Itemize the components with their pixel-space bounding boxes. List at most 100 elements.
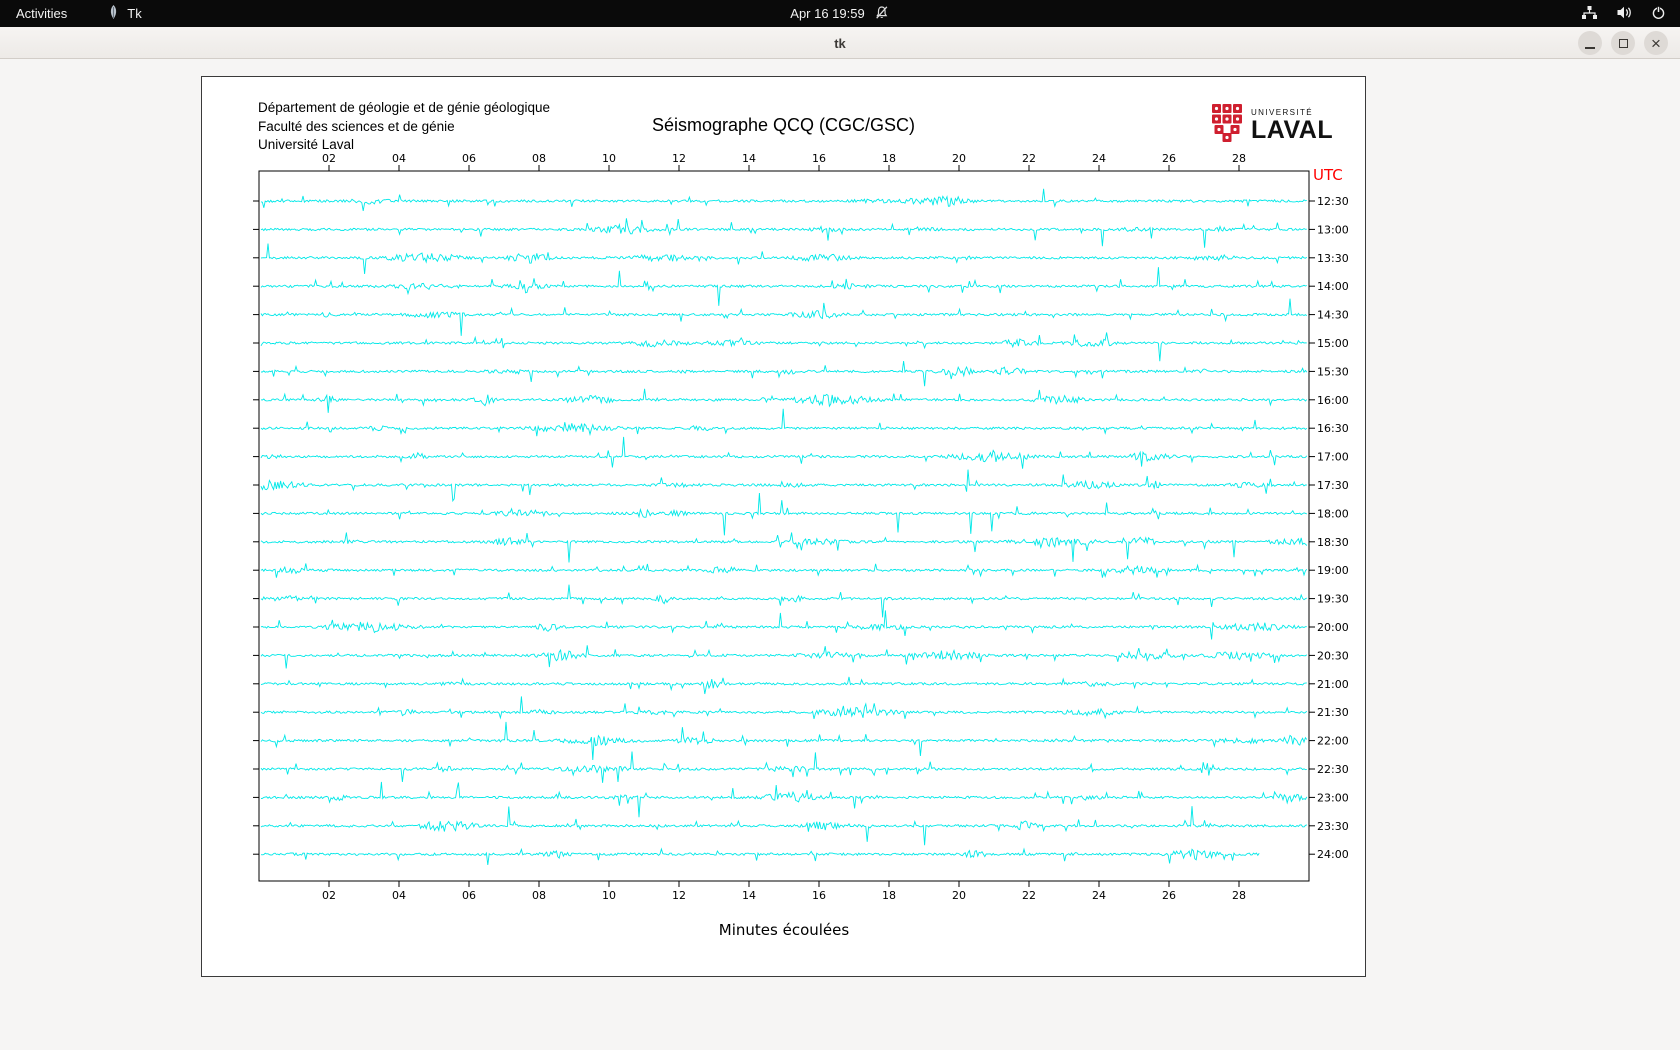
seismograph-plot: 02 02 04 04 06 06 08 08 10 10 12 12 14 14 16 16 18 18 20 20… (253, 152, 1349, 939)
row-time-label: 13:30 (1317, 252, 1349, 265)
row-time-label: 19:30 (1317, 593, 1349, 606)
restore-icon (1618, 38, 1628, 48)
plot-border (258, 170, 1310, 882)
close-icon: × (1651, 33, 1661, 53)
seismo-trace (260, 584, 1307, 618)
x-tick-label-bottom: 06 (462, 889, 476, 902)
row-time-label: 23:00 (1317, 791, 1349, 804)
row-time-label: 23:30 (1317, 820, 1349, 833)
power-icon (1651, 5, 1666, 23)
system-status-area[interactable] (1581, 0, 1666, 27)
row-time-label: 15:30 (1317, 365, 1349, 378)
seismo-trace (260, 563, 1308, 578)
x-tick-label-bottom: 26 (1162, 889, 1176, 902)
app-name-label: Tk (127, 6, 142, 21)
row-time-label: 12:30 (1317, 195, 1349, 208)
row-time-label: 18:00 (1317, 507, 1349, 520)
minimize-icon (1585, 46, 1595, 49)
x-tick-label-top: 06 (462, 152, 476, 165)
x-tick-label-top: 08 (532, 152, 546, 165)
x-tick-label-top: 26 (1162, 152, 1176, 165)
row-time-label: 19:00 (1317, 564, 1349, 577)
seismo-trace (260, 645, 1308, 669)
row-time-label: 21:00 (1317, 678, 1349, 691)
x-tick-label-bottom: 04 (392, 889, 406, 902)
seismo-trace (260, 469, 1307, 503)
seismo-trace (260, 218, 1307, 248)
window-titlebar[interactable]: tk × (0, 27, 1680, 59)
seismo-trace (260, 721, 1308, 761)
x-tick-label-top: 02 (322, 152, 336, 165)
seismo-trace (260, 408, 1308, 437)
utc-label: UTC (1313, 166, 1343, 184)
x-tick-label-top: 28 (1232, 152, 1246, 165)
x-tick-label-top: 04 (392, 152, 406, 165)
row-time-label: 20:30 (1317, 649, 1349, 662)
row-time-label: 20:00 (1317, 621, 1349, 634)
tk-app-icon (107, 4, 120, 23)
row-time-label: 22:00 (1317, 735, 1349, 748)
row-time-label: 13:00 (1317, 223, 1349, 236)
x-tick-label-top: 10 (602, 152, 616, 165)
seismograph-canvas: Département de géologie et de génie géol… (201, 76, 1366, 977)
x-tick-label-top: 24 (1092, 152, 1106, 165)
gnome-topbar: Activities Tk Apr 16 19:59 (0, 0, 1680, 27)
row-time-label: 15:00 (1317, 337, 1349, 350)
network-icon (1581, 5, 1598, 23)
x-tick-label-top: 20 (952, 152, 966, 165)
x-tick-label-bottom: 28 (1232, 889, 1246, 902)
row-time-label: 24:00 (1317, 848, 1349, 861)
notifications-muted-icon (875, 5, 890, 23)
seismo-trace (260, 436, 1308, 469)
seismo-trace (260, 847, 1260, 866)
x-tick-label-bottom: 12 (672, 889, 686, 902)
row-time-label: 14:00 (1317, 280, 1349, 293)
x-tick-label-top: 16 (812, 152, 826, 165)
x-axis-label: Minutes écoulées (719, 921, 850, 939)
x-tick-label-bottom: 14 (742, 889, 756, 902)
focused-app-menu[interactable]: Tk (107, 0, 142, 27)
row-time-label: 16:00 (1317, 394, 1349, 407)
activities-button[interactable]: Activities (16, 0, 67, 27)
x-tick-label-top: 12 (672, 152, 686, 165)
activities-label: Activities (16, 6, 68, 21)
seismo-trace (260, 243, 1308, 274)
seismo-trace (260, 267, 1307, 306)
seismo-trace (260, 492, 1307, 536)
row-time-label: 18:30 (1317, 536, 1349, 549)
window-content: Département de géologie et de génie géol… (0, 60, 1680, 1050)
x-tick-label-bottom: 24 (1092, 889, 1106, 902)
row-time-label: 22:30 (1317, 763, 1349, 776)
seismo-trace (261, 360, 1308, 387)
seismo-trace (260, 696, 1308, 720)
row-time-label: 17:00 (1317, 451, 1349, 464)
x-tick-label-bottom: 08 (532, 889, 546, 902)
seismo-trace (260, 332, 1307, 362)
seismo-trace (260, 388, 1308, 413)
x-tick-label-bottom: 18 (882, 889, 896, 902)
row-time-label: 21:30 (1317, 706, 1349, 719)
close-button[interactable]: × (1644, 31, 1668, 55)
row-time-label: 17:30 (1317, 479, 1349, 492)
x-tick-label-top: 14 (742, 152, 756, 165)
seismo-trace (260, 532, 1308, 563)
seismo-trace (260, 806, 1307, 846)
row-time-label: 14:30 (1317, 309, 1349, 322)
x-tick-label-bottom: 16 (812, 889, 826, 902)
seismo-trace (260, 751, 1307, 783)
seismo-trace (260, 676, 1307, 695)
x-tick-label-top: 22 (1022, 152, 1036, 165)
minimize-button[interactable] (1578, 31, 1602, 55)
volume-icon (1616, 5, 1633, 23)
restore-button[interactable] (1611, 31, 1635, 55)
seismo-trace (260, 781, 1308, 818)
seismo-trace (260, 188, 1307, 211)
x-tick-label-bottom: 02 (322, 889, 336, 902)
seismo-trace (260, 298, 1308, 336)
row-time-label: 16:30 (1317, 422, 1349, 435)
clock-menu[interactable]: Apr 16 19:59 (790, 0, 889, 27)
x-tick-label-top: 18 (882, 152, 896, 165)
x-tick-label-bottom: 22 (1022, 889, 1036, 902)
seismo-trace (260, 610, 1307, 640)
x-tick-label-bottom: 10 (602, 889, 616, 902)
